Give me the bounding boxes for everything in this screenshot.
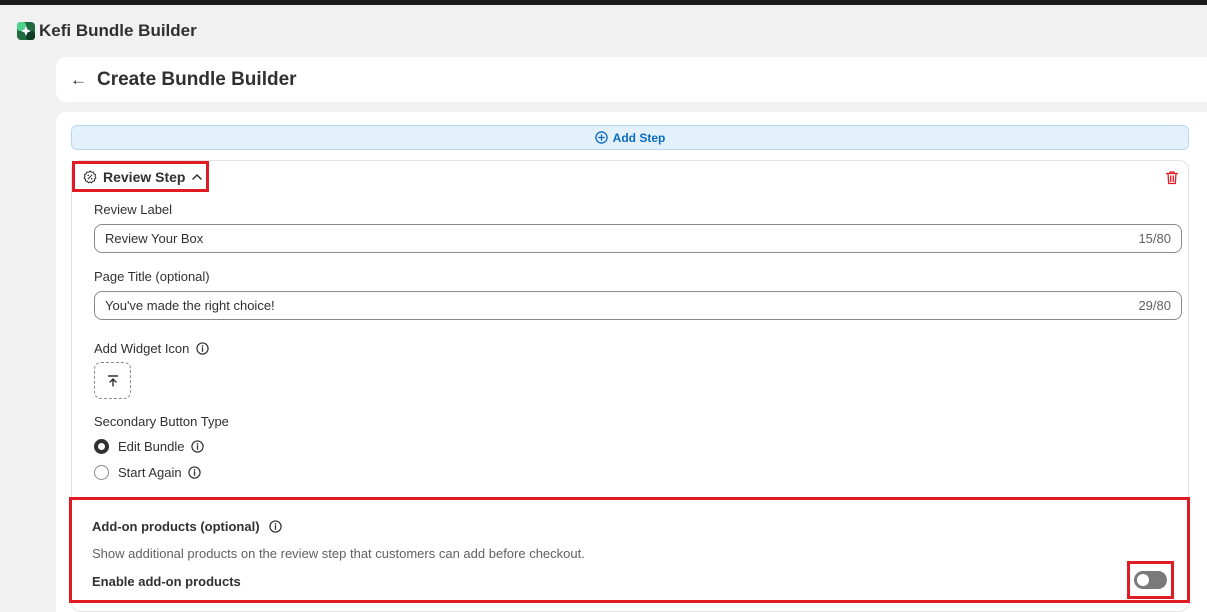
plus-circle-icon xyxy=(594,131,608,144)
app-logo-icon xyxy=(16,21,36,41)
radio-start-again[interactable]: Start Again xyxy=(94,465,201,480)
widget-icon-label: Add Widget Icon xyxy=(94,341,210,356)
radio-edit-bundle[interactable]: Edit Bundle xyxy=(94,439,204,454)
page-title-input[interactable]: You've made the right choice! 29/80 xyxy=(94,291,1182,320)
addon-description: Show additional products on the review s… xyxy=(92,546,585,561)
review-step-toggle[interactable]: Review Step xyxy=(72,161,209,192)
delete-step-button[interactable] xyxy=(1165,170,1179,190)
info-icon[interactable] xyxy=(196,342,210,355)
add-step-label: Add Step xyxy=(612,130,666,145)
addon-enable-label: Enable add-on products xyxy=(92,574,241,589)
addon-title-text: Add-on products (optional) xyxy=(92,519,260,534)
info-icon[interactable] xyxy=(187,466,201,479)
page-title-label-text: Page Title (optional) xyxy=(94,269,210,284)
info-icon[interactable] xyxy=(190,440,204,453)
review-label-label: Review Label xyxy=(94,202,172,217)
addon-enable-toggle[interactable] xyxy=(1134,571,1167,589)
review-label-value: Review Your Box xyxy=(105,231,204,246)
page-header: ← Create Bundle Builder xyxy=(56,57,1207,102)
radio-start-again-dot[interactable] xyxy=(94,465,109,480)
page-title: Create Bundle Builder xyxy=(97,68,297,90)
addon-toggle-highlight xyxy=(1127,561,1174,599)
page-title-label: Page Title (optional) xyxy=(94,269,210,284)
page-title-counter: 29/80 xyxy=(1138,298,1171,313)
main-content: Add Step Review Step Review Label Review xyxy=(56,112,1207,612)
review-label-text: Review Label xyxy=(94,202,173,217)
addon-title: Add-on products (optional) xyxy=(92,519,282,534)
toggle-knob xyxy=(1137,574,1149,586)
radio-edit-bundle-label: Edit Bundle xyxy=(118,439,185,454)
widget-icon-upload-button[interactable] xyxy=(94,362,131,399)
back-arrow-icon[interactable]: ← xyxy=(70,71,87,88)
upload-icon xyxy=(107,374,118,387)
badge-percent-icon xyxy=(83,170,97,183)
page-title-value: You've made the right choice! xyxy=(105,298,275,313)
review-step-title: Review Step xyxy=(103,168,186,185)
app-bar: Kefi Bundle Builder xyxy=(0,5,1207,57)
review-label-input[interactable]: Review Your Box 15/80 xyxy=(94,224,1182,253)
info-icon[interactable] xyxy=(268,520,282,533)
widget-icon-label-text: Add Widget Icon xyxy=(94,341,190,356)
secondary-button-label: Secondary Button Type xyxy=(94,414,229,429)
radio-start-again-label: Start Again xyxy=(118,465,182,480)
app-title: Kefi Bundle Builder xyxy=(39,21,197,40)
addon-products-section: Add-on products (optional) Show addition… xyxy=(69,497,1190,603)
chevron-up-icon xyxy=(192,173,203,180)
review-label-counter: 15/80 xyxy=(1138,231,1171,246)
secondary-button-label-text: Secondary Button Type xyxy=(94,414,229,429)
radio-edit-bundle-dot[interactable] xyxy=(94,439,109,454)
trash-icon xyxy=(1165,171,1179,185)
add-step-button[interactable]: Add Step xyxy=(71,125,1189,150)
